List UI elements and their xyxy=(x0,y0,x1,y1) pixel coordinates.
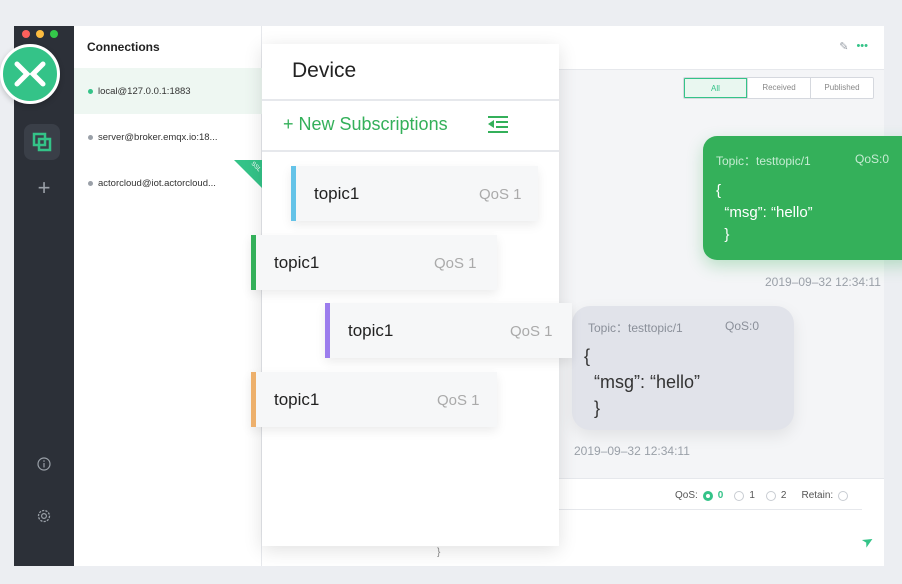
status-dot xyxy=(88,134,93,140)
message-time: 2019–09–32 12:34:11 xyxy=(765,275,881,289)
subscription-qos: QoS 1 xyxy=(434,255,477,272)
subscription-topic: topic1 xyxy=(274,253,320,272)
qos-1-radio[interactable] xyxy=(734,490,745,501)
message-filter: All Received Published xyxy=(683,77,874,99)
message-qos: QoS:0 xyxy=(855,152,890,166)
message-topic: Topic：testtopic/1 xyxy=(588,321,683,335)
retain-label: Retain: xyxy=(801,490,834,501)
topic-color-bar xyxy=(325,303,330,358)
minimize-window-button[interactable] xyxy=(36,30,44,38)
mqttx-logo-icon xyxy=(14,61,46,87)
topic-color-bar xyxy=(291,166,296,221)
qos-2-radio[interactable] xyxy=(765,490,776,501)
connection-item-local[interactable]: local@127.0.0.1:1883 xyxy=(74,68,262,114)
sidebar-item-connections[interactable] xyxy=(24,124,60,160)
subscription-topic: topic1 xyxy=(314,184,360,203)
settings-icon[interactable] xyxy=(30,502,58,530)
subscription-item[interactable]: topic1 QoS 1 xyxy=(291,166,538,221)
message-payload: { “msg”: “hello” } xyxy=(584,346,701,418)
sidebar xyxy=(14,26,74,566)
connection-label: server@broker.emqx.io:18... xyxy=(98,131,218,143)
divider xyxy=(552,509,862,510)
subscription-qos: QoS 1 xyxy=(479,186,522,203)
qos-2-label: 2 xyxy=(780,490,787,501)
edit-icon[interactable]: ✎ xyxy=(839,40,848,53)
subscription-item[interactable]: topic1 QoS 1 xyxy=(251,372,497,427)
topic-color-bar xyxy=(251,372,256,427)
app-logo xyxy=(0,44,60,104)
divider xyxy=(262,99,559,101)
info-icon[interactable] xyxy=(30,450,58,478)
subscription-topic: topic1 xyxy=(348,321,394,340)
plus-icon[interactable]: + xyxy=(30,174,58,202)
received-message: Topic：testtopic/1 QoS:0 { “msg”: “hello”… xyxy=(572,306,794,430)
window-controls xyxy=(22,30,58,38)
collapse-icon[interactable] xyxy=(488,116,508,133)
topic-color-bar xyxy=(251,235,256,290)
filter-received-button[interactable]: Received xyxy=(747,78,810,98)
status-dot xyxy=(88,88,93,94)
more-icon[interactable]: ••• xyxy=(856,40,868,53)
published-message: Topic：testtopic/1 QoS:0 { “msg”: “hello”… xyxy=(703,136,902,260)
divider xyxy=(262,150,559,152)
subscription-item[interactable]: topic1 QoS 1 xyxy=(251,235,497,290)
message-payload: { “msg”: “hello” } xyxy=(716,182,813,243)
subscriptions-panel: Device + New Subscriptions xyxy=(262,44,559,546)
filter-published-button[interactable]: Published xyxy=(810,78,873,98)
message-topic: Topic：testtopic/1 xyxy=(716,154,811,168)
subscriptions-title: Device xyxy=(292,59,357,82)
subscription-qos: QoS 1 xyxy=(437,392,480,409)
send-icon[interactable]: ➤ xyxy=(859,531,878,552)
retain-checkbox[interactable] xyxy=(838,490,849,501)
filter-all-button[interactable]: All xyxy=(684,78,747,98)
status-dot xyxy=(88,180,93,186)
header-actions: ✎ ••• xyxy=(839,40,868,53)
message-time: 2019–09–32 12:34:11 xyxy=(574,444,690,458)
connection-item-emqx[interactable]: server@broker.emqx.io:18... xyxy=(74,114,262,160)
qos-0-label: 0 xyxy=(717,490,724,501)
new-subscription-button[interactable]: + New Subscriptions xyxy=(283,114,448,135)
connection-label: local@127.0.0.1:1883 xyxy=(98,85,191,97)
connections-icon xyxy=(32,132,52,152)
qos-1-label: 1 xyxy=(749,490,755,501)
message-qos: QoS:0 xyxy=(725,319,760,333)
subscription-topic: topic1 xyxy=(274,390,320,409)
subscription-item[interactable]: topic1 QoS 1 xyxy=(325,303,572,358)
qos-label: QoS: xyxy=(675,490,698,501)
connections-panel: Connections local@127.0.0.1:1883 server@… xyxy=(74,26,262,566)
qos-selector: QoS: 0 1 2 Retain: xyxy=(675,490,849,501)
connection-label: actorcloud@iot.actorcloud... xyxy=(98,177,216,189)
connection-item-actorcloud[interactable]: actorcloud@iot.actorcloud... SSL xyxy=(74,160,262,206)
payload-editor-text[interactable]: } xyxy=(437,547,440,558)
subscription-qos: QoS 1 xyxy=(510,323,553,340)
connections-header: Connections xyxy=(87,40,160,54)
maximize-window-button[interactable] xyxy=(50,30,58,38)
close-window-button[interactable] xyxy=(22,30,30,38)
qos-0-radio[interactable] xyxy=(702,490,713,501)
